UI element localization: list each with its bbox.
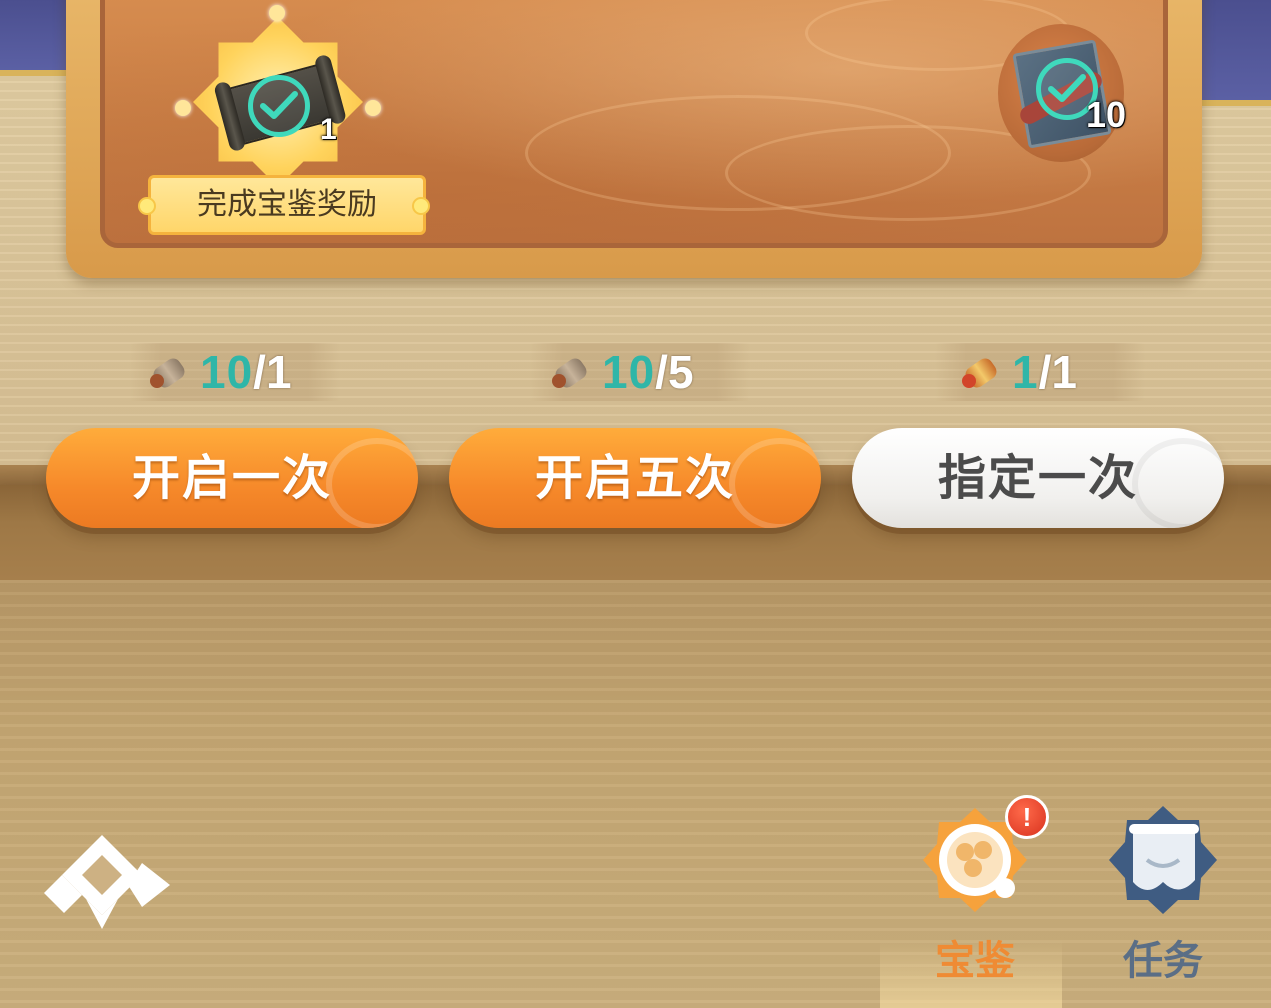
ticket-owned: 10: [200, 346, 254, 398]
counter-open-five: 10 /5: [530, 343, 750, 401]
tab-tasks[interactable]: 任务: [1093, 800, 1233, 990]
counter-specify-once: 1 /1: [935, 343, 1145, 401]
menu-logo-icon[interactable]: [42, 833, 172, 933]
specify-once-label: 指定一次: [937, 450, 1138, 506]
tag-dot: [412, 197, 430, 215]
completion-reward-label: 完成宝鉴奖励: [148, 175, 426, 235]
frame-dot: [365, 100, 381, 116]
open-five-button[interactable]: 开启五次: [449, 428, 821, 528]
curtain-right: [1191, 0, 1271, 106]
tag-dot: [138, 197, 156, 215]
frame-dot: [269, 5, 285, 21]
counter-open-once: 10 /1: [130, 343, 340, 401]
ticket-owned: 1: [1012, 346, 1039, 398]
completion-reward[interactable]: 1: [175, 5, 385, 195]
alert-badge-icon: !: [1005, 795, 1049, 839]
label-text: 完成宝鉴奖励: [197, 187, 377, 222]
ticket-icon: [148, 350, 192, 394]
open-once-button[interactable]: 开启一次: [46, 428, 418, 528]
ticket-required: /5: [655, 346, 694, 398]
task-scroll-icon: [1103, 800, 1223, 920]
ticket-required: /1: [1038, 346, 1077, 398]
golden-ticket-icon: [960, 350, 1004, 394]
check-icon: [248, 75, 310, 137]
specify-once-button[interactable]: 指定一次: [852, 428, 1224, 528]
reward-count: 1: [320, 113, 337, 146]
tab-treasure-book-label: 宝鉴: [935, 938, 1015, 984]
floor: [0, 580, 1271, 1008]
open-once-label: 开启一次: [131, 450, 332, 506]
open-five-label: 开启五次: [534, 450, 735, 506]
ticket-required: /1: [253, 346, 292, 398]
tab-tasks-label: 任务: [1123, 938, 1203, 984]
right-reward[interactable]: 10: [998, 24, 1127, 164]
ticket-owned: 10: [602, 346, 656, 398]
reward-count: 10: [1086, 94, 1127, 135]
ticket-icon: [550, 350, 594, 394]
frame-dot: [175, 100, 191, 116]
